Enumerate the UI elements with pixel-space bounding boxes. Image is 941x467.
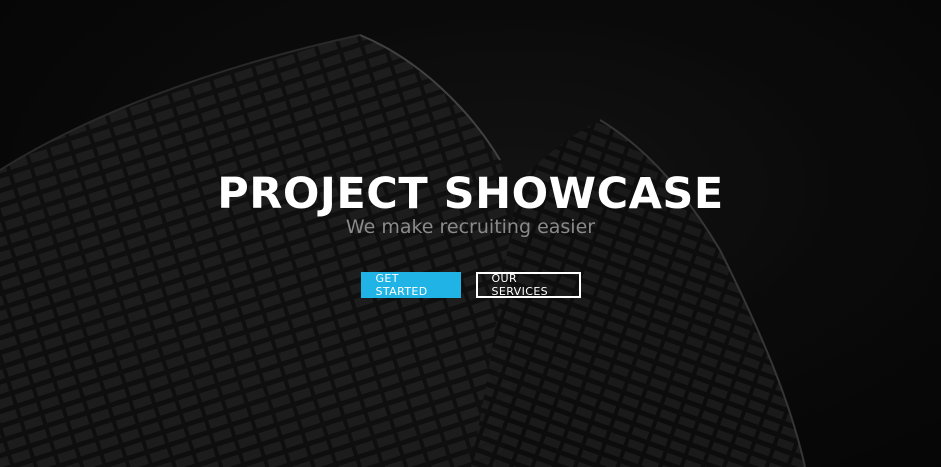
hero-actions: GET STARTED OUR SERVICES bbox=[0, 272, 941, 298]
hero-title: PROJECT SHOWCASE bbox=[217, 169, 724, 219]
get-started-button[interactable]: GET STARTED bbox=[360, 272, 461, 298]
hero-section: PROJECT SHOWCASE We make recruiting easi… bbox=[0, 0, 941, 467]
our-services-button[interactable]: OUR SERVICES bbox=[475, 272, 581, 298]
hero-subtitle: We make recruiting easier bbox=[345, 216, 596, 238]
hero-content: PROJECT SHOWCASE We make recruiting easi… bbox=[0, 168, 941, 240]
